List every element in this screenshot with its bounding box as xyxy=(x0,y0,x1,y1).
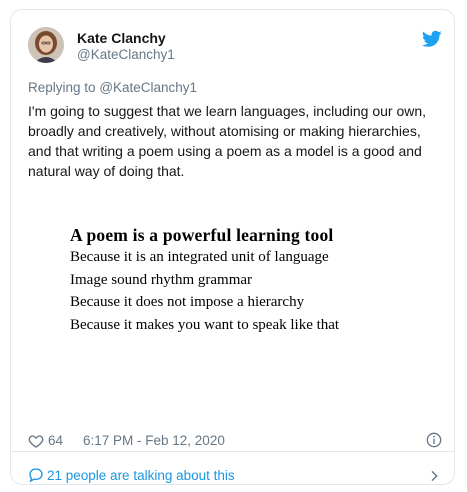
avatar[interactable] xyxy=(28,27,64,63)
like-count[interactable]: 64 xyxy=(48,433,63,448)
image-line: Because it is an integrated unit of lang… xyxy=(70,249,329,265)
image-line: Image sound rhythm grammar xyxy=(70,271,253,288)
tweet-meta: 64 6:17 PM - Feb 12, 2020 xyxy=(28,431,444,451)
reply-mention-link[interactable]: @KateClanchy1 xyxy=(99,80,197,95)
avatar-image xyxy=(28,27,64,63)
image-line: Because it does not impose a hierarchy xyxy=(70,294,305,310)
tweet-image[interactable]: A poem is a powerful learning tool Becau… xyxy=(28,196,444,406)
conversation-link[interactable]: 21 people are talking about this xyxy=(28,467,444,485)
heart-icon[interactable] xyxy=(28,433,44,449)
twitter-bird-icon[interactable] xyxy=(422,30,442,48)
reply-context: Replying to @KateClanchy1 xyxy=(28,80,197,95)
image-line: Because it makes you want to speak like … xyxy=(70,316,340,333)
author-handle[interactable]: @KateClanchy1 xyxy=(77,47,175,62)
tweet-card[interactable]: Kate Clanchy @KateClanchy1 Replying to @… xyxy=(10,9,455,485)
image-title: A poem is a powerful learning tool xyxy=(70,225,334,245)
tweet-text: I'm going to suggest that we learn langu… xyxy=(28,103,427,179)
divider xyxy=(11,451,454,452)
speech-bubble-icon xyxy=(29,468,43,483)
chevron-right-icon[interactable] xyxy=(426,468,442,484)
author-name[interactable]: Kate Clanchy xyxy=(77,30,166,46)
conversation-label[interactable]: 21 people are talking about this xyxy=(47,468,235,483)
tweet-timestamp[interactable]: 6:17 PM - Feb 12, 2020 xyxy=(83,433,225,448)
image-poem: A poem is a powerful learning tool Becau… xyxy=(70,224,339,336)
reply-prefix: Replying to xyxy=(28,80,96,95)
info-icon[interactable] xyxy=(426,432,442,448)
